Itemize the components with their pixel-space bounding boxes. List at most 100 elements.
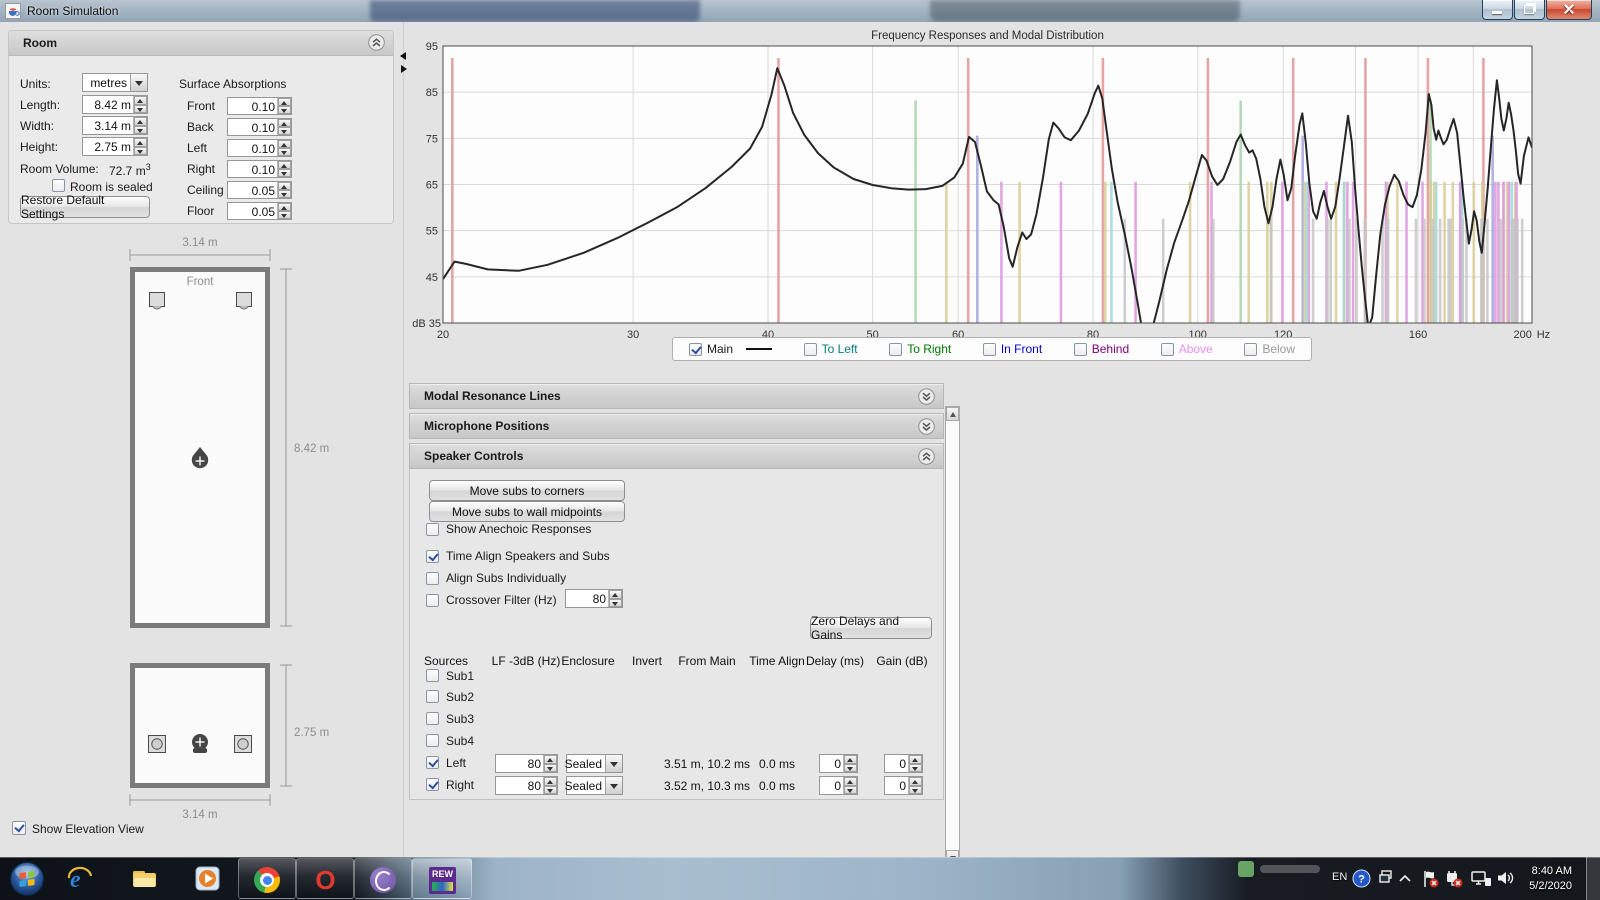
expand-chevron-icon[interactable]	[918, 418, 935, 435]
speaker-option-checkbox[interactable]	[426, 523, 439, 536]
absorption-right-field[interactable]: 0.10	[227, 160, 292, 178]
restore-button[interactable]	[1514, 0, 1545, 20]
spinner-down-icon[interactable]	[278, 211, 291, 219]
listener-elevation-icon[interactable]	[192, 734, 208, 753]
device-problem-tray-icon[interactable]	[1444, 869, 1464, 889]
enclosure-dropdown[interactable]: Sealed	[566, 776, 623, 795]
left-speaker-elevation-icon[interactable]	[149, 736, 166, 753]
speaker-option-checkbox[interactable]	[426, 594, 439, 607]
spinner-up-icon[interactable]	[278, 182, 291, 190]
right-speaker-elevation-icon[interactable]	[235, 736, 252, 753]
dropdown-arrow-icon[interactable]	[605, 755, 622, 772]
spinner-down-icon[interactable]	[544, 764, 557, 773]
action-center-flag-icon[interactable]	[1420, 869, 1440, 889]
legend-checkbox-in-front[interactable]	[983, 343, 996, 356]
zero-delays-gains-button[interactable]: Zero Delays and Gains	[810, 617, 932, 639]
speaker-option-checkbox[interactable]	[426, 550, 439, 563]
frequency-response-chart[interactable]: 958575655545dB 3520304050608010012016020…	[408, 40, 1558, 342]
spinner-down-icon[interactable]	[134, 147, 147, 156]
section-speaker-controls[interactable]: Speaker Controls	[409, 443, 944, 469]
source-checkbox-sub4[interactable]	[426, 734, 439, 747]
source-checkbox-sub2[interactable]	[426, 690, 439, 703]
section-modal-resonance-lines[interactable]: Modal Resonance Lines	[409, 383, 944, 409]
source-checkbox-right[interactable]	[426, 778, 439, 791]
rew-taskbar-button[interactable]: REW	[412, 858, 472, 899]
gain-field[interactable]: 0	[884, 754, 923, 773]
speaker-option-checkbox[interactable]	[426, 572, 439, 585]
show-desktop-button[interactable]	[1586, 857, 1600, 900]
room-sealed-checkbox[interactable]	[52, 179, 65, 192]
spinner-down-icon[interactable]	[278, 190, 291, 198]
network-tray-icon[interactable]	[1470, 869, 1492, 889]
spinner-up-icon[interactable]	[544, 777, 557, 786]
minimize-button[interactable]	[1482, 0, 1513, 20]
lf-cutoff-field[interactable]: 80	[495, 754, 558, 773]
source-checkbox-sub1[interactable]	[426, 669, 439, 682]
absorption-back-field[interactable]: 0.10	[227, 118, 292, 136]
spinner-up-icon[interactable]	[134, 138, 147, 147]
legend-checkbox-below[interactable]	[1244, 343, 1257, 356]
media-player-icon[interactable]	[194, 865, 221, 892]
spinner-down-icon[interactable]	[909, 786, 922, 795]
dropdown-arrow-icon[interactable]	[130, 74, 147, 91]
collapse-chevron-icon[interactable]	[918, 448, 935, 465]
spinner-up-icon[interactable]	[134, 96, 147, 105]
spinner-up-icon[interactable]	[134, 117, 147, 126]
window-tray-icon[interactable]	[1378, 869, 1394, 885]
spinner-down-icon[interactable]	[609, 599, 622, 608]
vertical-scrollbar[interactable]	[945, 406, 960, 865]
source-checkbox-sub3[interactable]	[426, 712, 439, 725]
section-microphone-positions[interactable]: Microphone Positions	[409, 413, 944, 439]
legend-checkbox-above[interactable]	[1161, 343, 1174, 356]
spinner-down-icon[interactable]	[844, 786, 857, 795]
absorption-left-field[interactable]: 0.10	[227, 139, 292, 157]
enclosure-dropdown[interactable]: Sealed	[566, 754, 623, 773]
legend-checkbox-to-left[interactable]	[804, 343, 817, 356]
expand-chevron-icon[interactable]	[918, 388, 935, 405]
spinner-down-icon[interactable]	[844, 764, 857, 773]
show-elevation-checkbox[interactable]	[12, 821, 26, 835]
spinner-up-icon[interactable]	[609, 590, 622, 599]
height-field[interactable]: 2.75 m	[82, 137, 148, 156]
width-field[interactable]: 3.14 m	[82, 116, 148, 135]
spinner-up-icon[interactable]	[278, 119, 291, 127]
room-elevation-view-diagram[interactable]: 2.75 m 3.14 m	[0, 640, 400, 830]
spinner-up-icon[interactable]	[844, 755, 857, 764]
spinner-down-icon[interactable]	[134, 105, 147, 114]
units-dropdown[interactable]: metres	[82, 73, 148, 92]
source-checkbox-left[interactable]	[426, 756, 439, 769]
spinner-down-icon[interactable]	[134, 126, 147, 135]
spinner-up-icon[interactable]	[844, 777, 857, 786]
absorption-ceiling-field[interactable]: 0.05	[227, 181, 292, 199]
gain-field[interactable]: 0	[884, 776, 923, 795]
spinner-up-icon[interactable]	[278, 203, 291, 211]
chrome-taskbar-button[interactable]	[238, 858, 296, 899]
spinner-down-icon[interactable]	[278, 127, 291, 135]
spinner-up-icon[interactable]	[544, 755, 557, 764]
spinner-up-icon[interactable]	[278, 140, 291, 148]
room-panel-header[interactable]: Room	[9, 31, 393, 56]
move-subs-corners-button[interactable]: Move subs to corners	[429, 480, 625, 501]
bittorrent-taskbar-button[interactable]	[354, 858, 412, 899]
close-button[interactable]	[1546, 0, 1592, 20]
volume-tray-icon[interactable]	[1496, 869, 1514, 887]
legend-checkbox-to-right[interactable]	[889, 343, 902, 356]
lf-cutoff-field[interactable]: 80	[495, 776, 558, 795]
legend-checkbox-behind[interactable]	[1074, 343, 1087, 356]
delay-field[interactable]: 0	[819, 754, 858, 773]
help-tray-icon[interactable]: ?	[1352, 869, 1371, 888]
length-field[interactable]: 8.42 m	[82, 95, 148, 114]
absorption-front-field[interactable]: 0.10	[227, 97, 292, 115]
scroll-up-icon[interactable]	[946, 407, 959, 421]
absorption-floor-field[interactable]: 0.05	[227, 202, 292, 220]
crossover-frequency-field[interactable]: 80	[565, 589, 623, 608]
restore-defaults-button[interactable]: Restore Default Settings	[20, 196, 150, 218]
move-subs-midpoints-button[interactable]: Move subs to wall midpoints	[429, 501, 625, 522]
spinner-down-icon[interactable]	[278, 106, 291, 114]
spinner-up-icon[interactable]	[278, 161, 291, 169]
windows-explorer-icon[interactable]	[131, 865, 158, 892]
collapse-chevron-icon[interactable]	[368, 34, 385, 51]
start-button[interactable]	[9, 861, 45, 897]
spinner-down-icon[interactable]	[909, 764, 922, 773]
dropdown-arrow-icon[interactable]	[605, 777, 622, 794]
